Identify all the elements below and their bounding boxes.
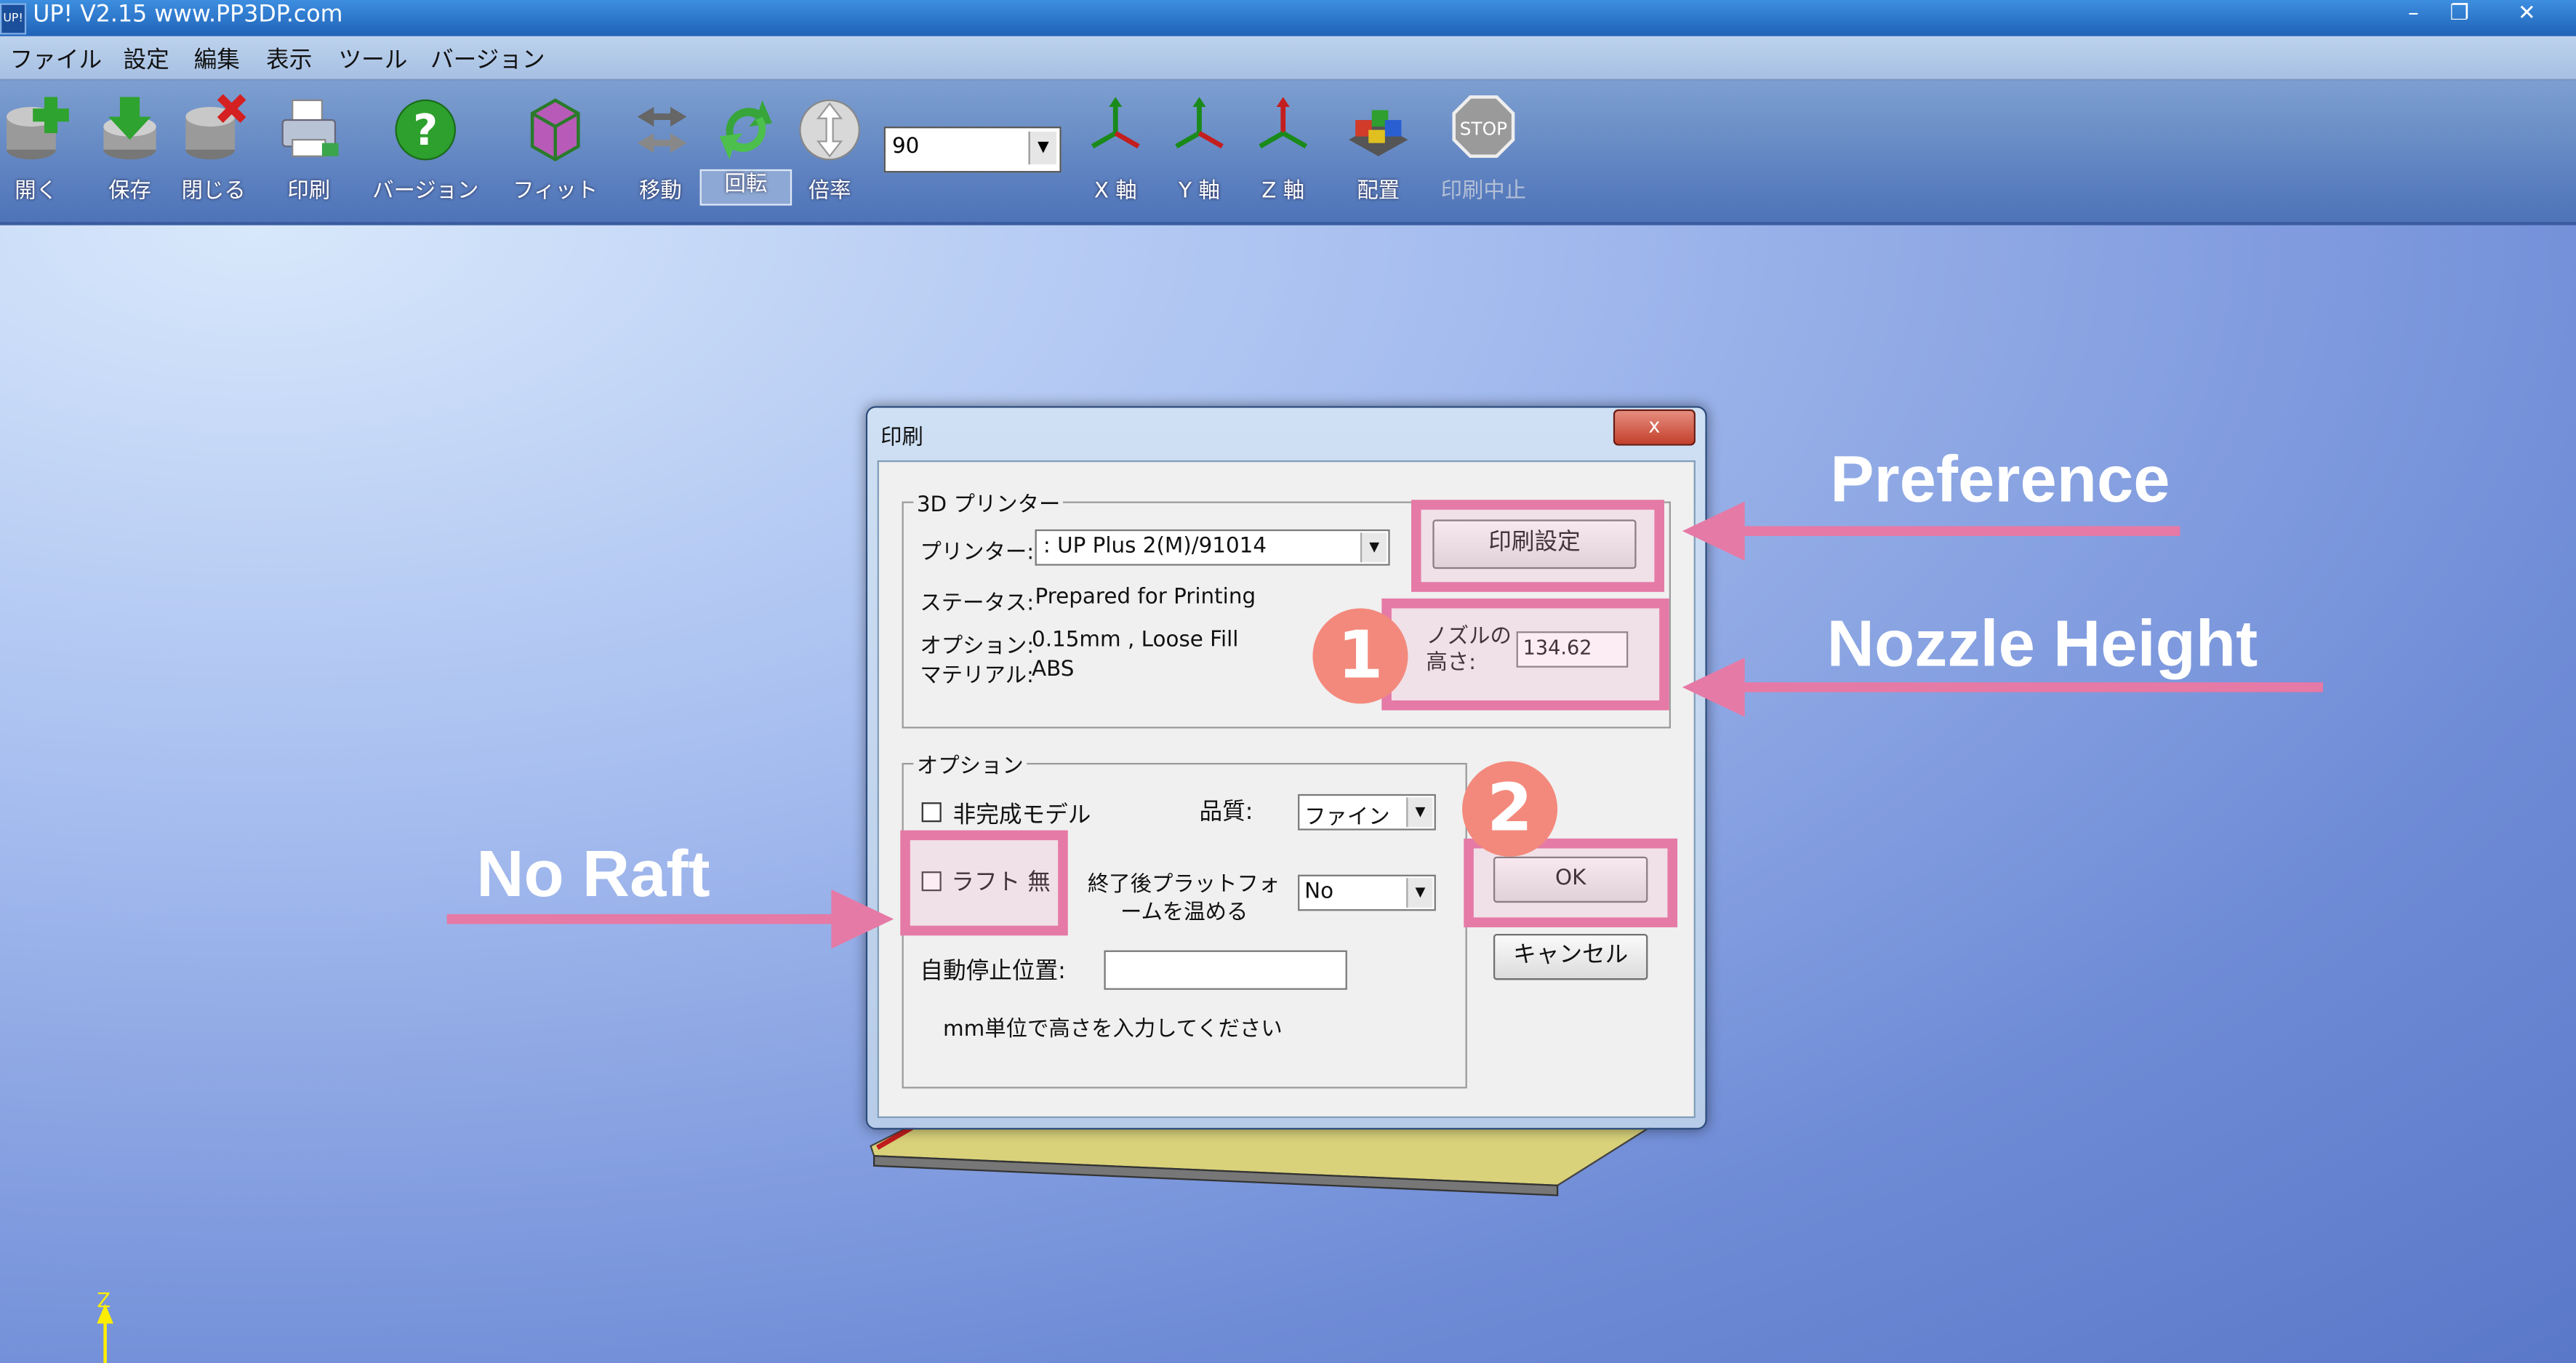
no-raft-highlight <box>900 830 1068 936</box>
preference-highlight <box>1411 500 1664 592</box>
x-axis-icon <box>1091 97 1140 149</box>
window-title: UP! V2.15 www.PP3DP.com <box>33 1 343 28</box>
printer-icon <box>281 99 339 157</box>
chevron-down-icon[interactable]: ▼ <box>1360 532 1387 563</box>
arrange-button[interactable]: 配置 <box>1329 87 1428 215</box>
menu-tools[interactable]: ツール <box>338 43 407 76</box>
svg-text:?: ? <box>413 105 438 155</box>
material-label: マテリアル: <box>920 664 1034 690</box>
svg-text:STOP: STOP <box>1460 118 1508 139</box>
heat-platform-label-2: ームを温める <box>1120 900 1248 926</box>
fit-cube-icon <box>530 98 580 161</box>
heat-platform-value: No <box>1304 879 1334 905</box>
preference-arrow-head <box>1682 501 1745 561</box>
close-file-icon <box>185 94 246 160</box>
app-icon: UP! <box>0 3 27 35</box>
no-raft-annotation: No Raft <box>476 838 710 911</box>
close-button[interactable]: 閉じる <box>164 87 263 215</box>
menu-settings[interactable]: 設定 <box>123 43 169 76</box>
auto-stop-hint: mm単位で高さを入力してください <box>943 1018 1283 1043</box>
open-button[interactable]: 開く <box>0 87 85 215</box>
nozzle-arrow <box>1741 682 2324 692</box>
z-axis-button[interactable]: Z 軸 <box>1234 87 1333 215</box>
move-arrows-icon <box>637 106 687 153</box>
dialog-close-button[interactable]: x <box>1613 409 1696 446</box>
minimize-button[interactable]: – <box>2391 0 2436 30</box>
nozzle-height-annotation: Nozzle Height <box>1826 608 2258 681</box>
nozzle-height-highlight <box>1381 598 1669 711</box>
no-raft-arrow-head <box>831 889 894 949</box>
move-button[interactable]: 移動 <box>611 87 710 215</box>
printer-value: : UP Plus 2(M)/91014 <box>1043 534 1267 559</box>
options-group-title: オプション <box>913 748 1027 780</box>
step-2-badge: 2 <box>1462 761 1558 857</box>
scale-icon <box>799 99 860 161</box>
cancel-button[interactable]: キャンセル <box>1493 934 1648 980</box>
incomplete-model-checkbox[interactable] <box>921 802 942 823</box>
printer-select[interactable]: : UP Plus 2(M)/91014 ▼ <box>1035 529 1390 566</box>
status-value: Prepared for Printing <box>1035 585 1256 610</box>
options-label: オプション: <box>920 634 1035 660</box>
toolbar: 開く 保存 閉じる 印刷 ? バージョン フィット 移動 回転 倍率 X 軸 Y… <box>0 80 2576 225</box>
quality-select[interactable]: ファイン ▼ <box>1298 794 1436 831</box>
title-bar: UP! UP! V2.15 www.PP3DP.com – ❐ ✕ <box>0 0 2576 36</box>
preference-arrow <box>1741 526 2180 536</box>
stop-icon: STOP <box>1452 95 1515 159</box>
chevron-down-icon[interactable]: ▼ <box>1406 797 1433 828</box>
open-icon <box>7 97 69 160</box>
menu-view[interactable]: 表示 <box>266 43 312 76</box>
close-window-button[interactable]: ✕ <box>2504 0 2550 30</box>
heat-platform-select[interactable]: No ▼ <box>1298 874 1436 911</box>
dialog-title: 印刷 <box>880 425 923 451</box>
menu-edit[interactable]: 編集 <box>194 43 240 76</box>
auto-stop-label: 自動停止位置: <box>920 958 1066 986</box>
arrange-blocks-icon <box>1349 110 1408 156</box>
print-button[interactable]: 印刷 <box>260 87 358 215</box>
quality-label: 品質: <box>1199 799 1253 826</box>
options-value: 0.15mm , Loose Fill <box>1032 628 1239 653</box>
save-icon <box>103 97 156 160</box>
scale-button[interactable]: 倍率 <box>780 87 879 215</box>
menu-file[interactable]: ファイル <box>10 43 103 76</box>
rotate-angle-select[interactable]: 90 ▼ <box>883 127 1062 173</box>
printer-label: プリンター: <box>920 540 1035 566</box>
no-raft-arrow <box>446 914 835 924</box>
menu-version[interactable]: バージョン <box>430 43 545 76</box>
chevron-down-icon[interactable]: ▼ <box>1028 131 1056 165</box>
step-1-badge: 1 <box>1312 608 1408 704</box>
status-label: ステータス: <box>920 591 1035 617</box>
auto-stop-input[interactable] <box>1104 950 1347 990</box>
stop-print-button[interactable]: STOP 印刷中止 <box>1426 87 1541 215</box>
version-button[interactable]: ? バージョン <box>365 87 486 215</box>
restore-button[interactable]: ❐ <box>2436 0 2482 30</box>
y-axis-icon <box>1175 97 1224 149</box>
preference-annotation: Preference <box>1830 444 2170 516</box>
rotate-angle-value: 90 <box>891 135 920 160</box>
printer-group-title: 3D プリンター <box>913 487 1064 519</box>
material-value: ABS <box>1032 657 1075 683</box>
fit-button[interactable]: フィット <box>501 87 609 215</box>
heat-platform-label: 終了後プラットフォ <box>1087 873 1280 898</box>
help-icon: ? <box>395 99 457 161</box>
menu-bar: ファイル 設定 編集 表示 ツール バージョン <box>0 36 2576 81</box>
nozzle-arrow-head <box>1682 657 1745 717</box>
chevron-down-icon[interactable]: ▼ <box>1406 878 1433 908</box>
z-axis-icon <box>1259 97 1308 149</box>
incomplete-model-label: 非完成モデル <box>952 802 1091 829</box>
quality-value: ファイン <box>1304 805 1390 831</box>
rotate-icon <box>719 100 773 160</box>
z-axis-label: Z <box>97 1289 111 1312</box>
